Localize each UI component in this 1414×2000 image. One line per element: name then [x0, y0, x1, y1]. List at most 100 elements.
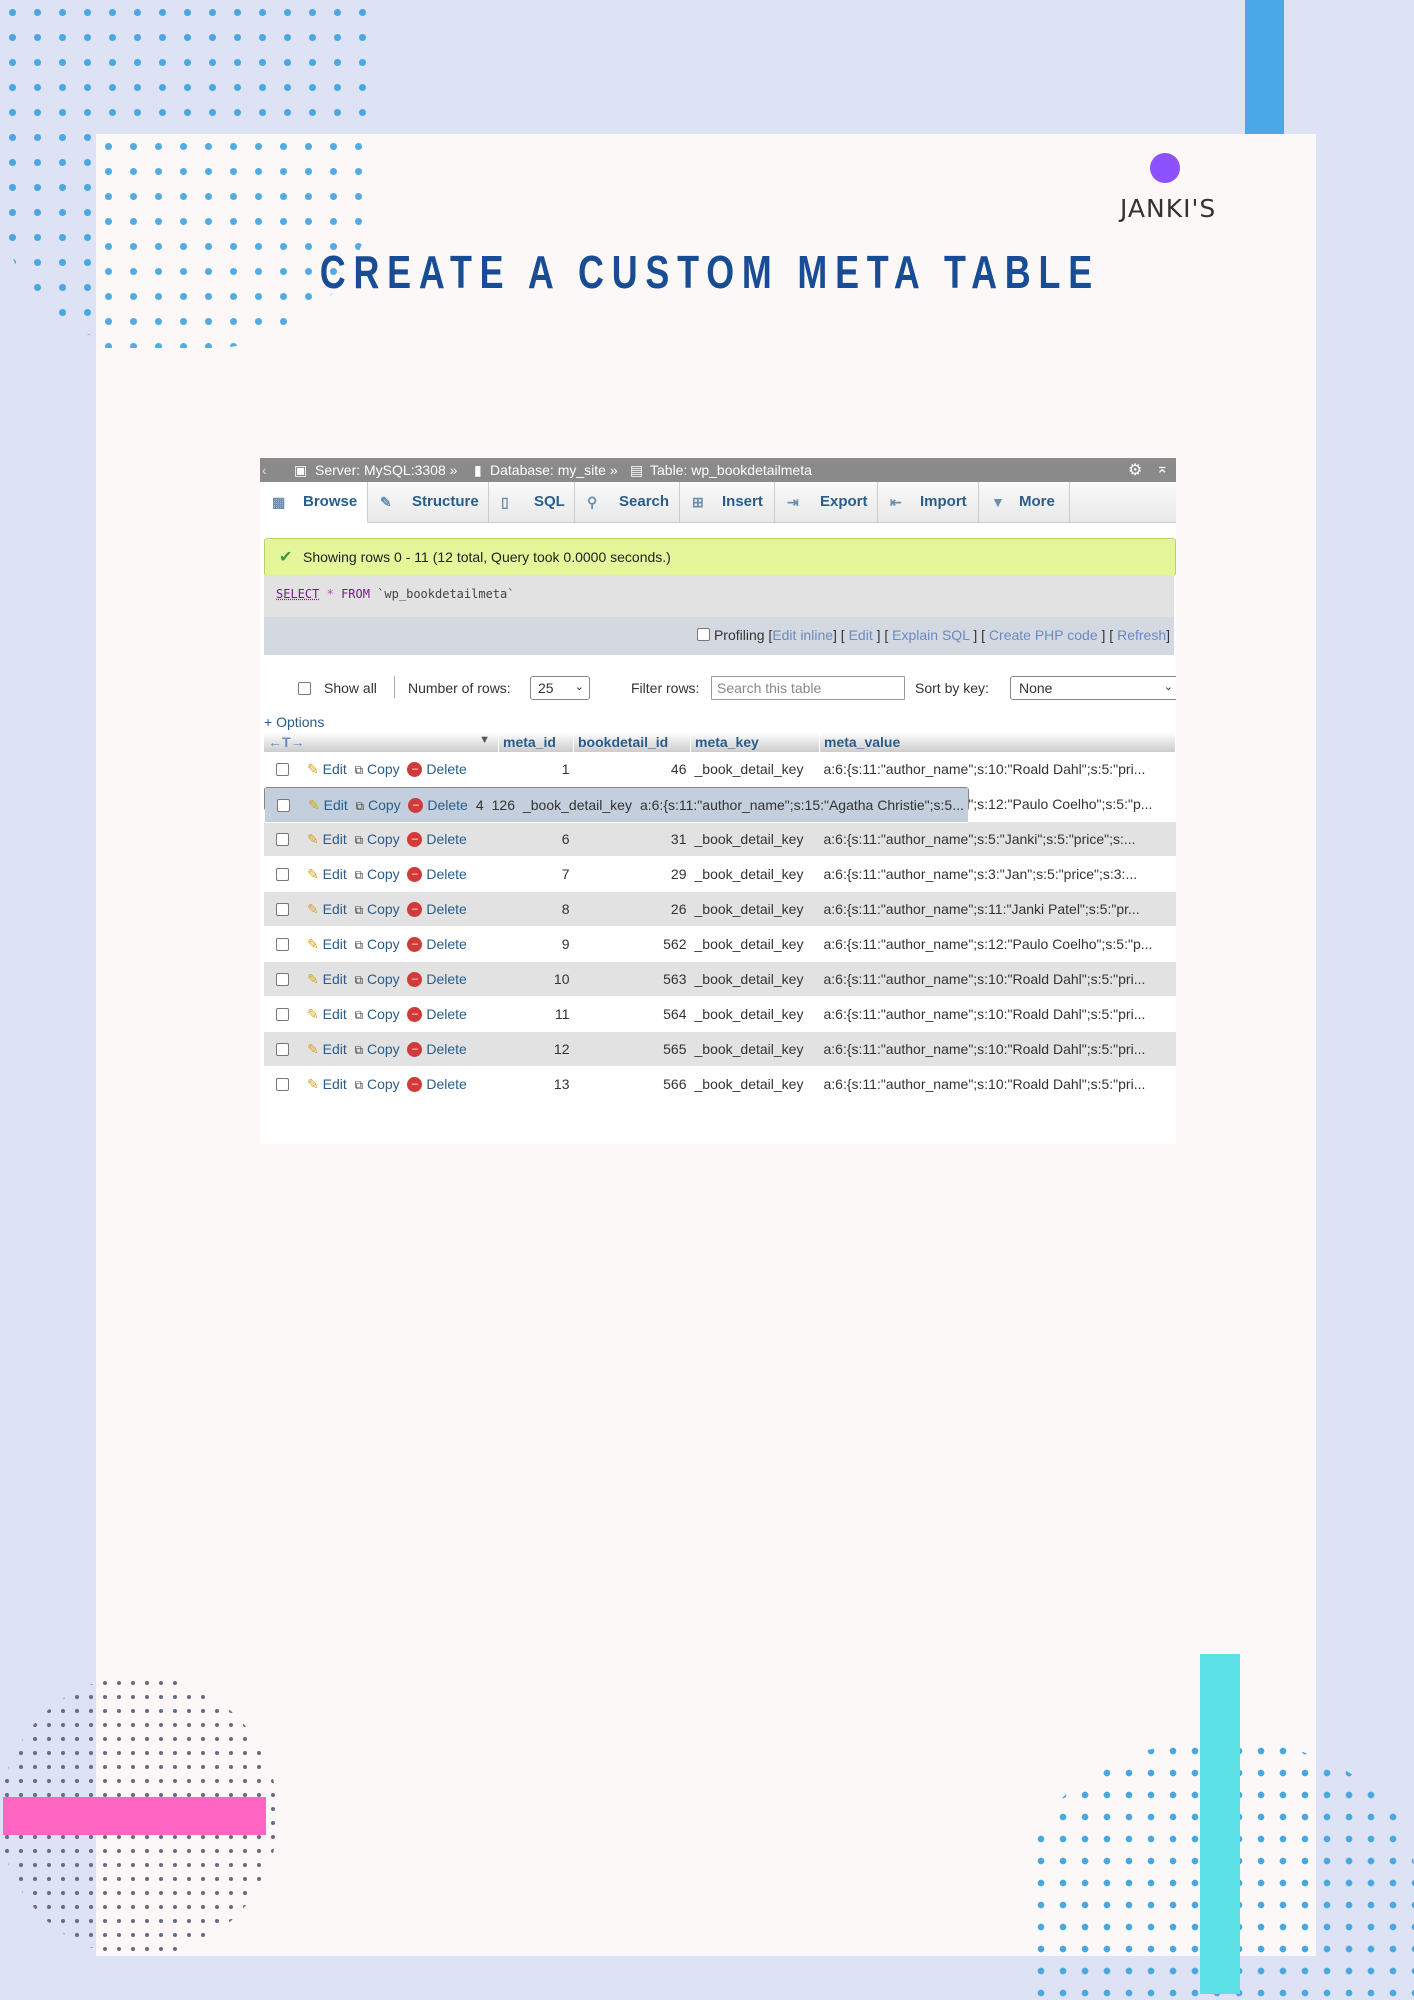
explain-sql-link[interactable]: Explain SQL [892, 627, 969, 643]
cell-bookdetail-id[interactable]: 31 [573, 821, 691, 857]
cell-meta-key[interactable]: _book_detail_key [690, 1031, 820, 1067]
cell-meta-key[interactable]: _book_detail_key [690, 1066, 820, 1102]
header-meta-id[interactable]: meta_id [498, 732, 574, 752]
edit-row-button[interactable]: ✎ Edit [307, 971, 347, 987]
refresh-link[interactable]: Refresh [1117, 627, 1166, 643]
cell-bookdetail-id[interactable]: 564 [573, 996, 691, 1032]
create-php-code-link[interactable]: Create PHP code [989, 627, 1098, 643]
gear-icon[interactable]: ⚙ [1128, 460, 1142, 480]
table-row[interactable]: ✎ Edit ⧉ Copy – Delete 6 31 _book_detail_ke… [264, 821, 1176, 857]
number-of-rows-select[interactable]: 25 ⌄ [530, 676, 590, 700]
delete-row-button[interactable]: – Delete [407, 1076, 467, 1093]
cell-bookdetail-id[interactable]: 29 [573, 856, 691, 892]
cell-meta-id[interactable]: 13 [498, 1066, 574, 1102]
table-row[interactable]: ✎ Edit ⧉ Copy – Delete 8 26 _book_detail_ke… [264, 891, 1176, 927]
edit-row-button[interactable]: ✎ Edit [307, 866, 347, 882]
cell-meta-key[interactable]: _book_detail_key [690, 752, 820, 787]
cell-meta-id[interactable]: 9 [498, 926, 574, 962]
breadcrumb-database[interactable]: Database: my_site » [490, 462, 618, 478]
row-checkbox[interactable] [276, 972, 289, 986]
cell-meta-id[interactable]: 1 [498, 752, 574, 787]
cell-meta-value[interactable]: a:6:{s:11:"author_name";s:5:"Janki";s:5:… [819, 821, 1176, 857]
copy-row-button[interactable]: ⧉ Copy [355, 936, 400, 952]
tab-insert[interactable]: ⊞ Insert [680, 482, 775, 522]
table-row[interactable]: ✎ Edit ⧉ Copy – Delete 13 566 _book_detail_… [264, 1066, 1176, 1102]
options-link[interactable]: + Options [264, 714, 324, 730]
header-meta-value[interactable]: meta_value [819, 732, 1176, 752]
sort-by-key-select[interactable]: None ⌄ [1010, 676, 1176, 700]
row-checkbox[interactable] [276, 937, 289, 951]
tab-structure[interactable]: ✎ Structure [368, 482, 489, 522]
column-resize-header[interactable]: ←T→ ▼ [264, 732, 499, 752]
delete-row-button[interactable]: – Delete [407, 761, 467, 778]
edit-row-button[interactable]: ✎ Edit [307, 1006, 347, 1022]
delete-row-button[interactable]: – Delete [407, 901, 467, 918]
cell-meta-key[interactable]: _book_detail_key [690, 821, 820, 857]
cell-meta-value[interactable]: a:6:{s:11:"author_name";s:3:"Jan";s:5:"p… [819, 856, 1176, 892]
breadcrumb-server[interactable]: Server: MySQL:3308 » [315, 462, 457, 478]
tab-sql[interactable]: ▯ SQL [489, 482, 575, 522]
cell-bookdetail-id[interactable]: 566 [573, 1066, 691, 1102]
copy-row-button[interactable]: ⧉ Copy [355, 971, 400, 987]
cell-meta-value[interactable]: a:6:{s:11:"author_name";s:12:"Paulo Coel… [819, 926, 1176, 962]
copy-row-button[interactable]: ⧉ Copy [355, 1041, 400, 1057]
cell-meta-value[interactable]: a:6:{s:11:"author_name";s:10:"Roald Dahl… [819, 996, 1176, 1032]
copy-row-button[interactable]: ⧉ Copy [355, 1006, 400, 1022]
copy-row-button[interactable]: ⧉ Copy [356, 797, 401, 813]
cell-meta-key[interactable]: _book_detail_key [690, 926, 820, 962]
delete-row-button[interactable]: – Delete [407, 1006, 467, 1023]
copy-row-button[interactable]: ⧉ Copy [355, 866, 400, 882]
copy-row-button[interactable]: ⧉ Copy [355, 761, 400, 777]
copy-row-button[interactable]: ⧉ Copy [355, 901, 400, 917]
cell-meta-id[interactable]: 12 [498, 1031, 574, 1067]
edit-row-button[interactable]: ✎ Edit [307, 1041, 347, 1057]
cell-meta-value[interactable]: a:6:{s:11:"author_name";s:10:"Roald Dahl… [819, 1066, 1176, 1102]
cell-meta-key[interactable]: _book_detail_key [518, 788, 636, 823]
cell-bookdetail-id[interactable]: 126 [487, 788, 519, 823]
cell-bookdetail-id[interactable]: 562 [573, 926, 691, 962]
cell-meta-value[interactable]: a:6:{s:11:"author_name";s:10:"Roald Dahl… [819, 752, 1176, 787]
row-checkbox[interactable] [276, 1007, 289, 1021]
cell-meta-key[interactable]: _book_detail_key [690, 996, 820, 1032]
copy-row-button[interactable]: ⧉ Copy [355, 1076, 400, 1092]
delete-row-button[interactable]: – Delete [407, 866, 467, 883]
cell-meta-id[interactable]: 11 [498, 996, 574, 1032]
delete-row-button[interactable]: – Delete [407, 971, 467, 988]
row-checkbox[interactable] [276, 1042, 289, 1056]
edit-link[interactable]: Edit [849, 627, 873, 643]
cell-bookdetail-id[interactable]: 46 [573, 752, 691, 787]
edit-row-button[interactable]: ✎ Edit [307, 1076, 347, 1092]
edit-row-button[interactable]: ✎ Edit [307, 936, 347, 952]
triangle-down-icon[interactable]: ▼ [479, 734, 490, 746]
cell-meta-id[interactable]: 10 [498, 961, 574, 997]
cell-bookdetail-id[interactable]: 565 [573, 1031, 691, 1067]
cell-bookdetail-id[interactable]: 563 [573, 961, 691, 997]
row-checkbox[interactable] [276, 902, 289, 916]
tab-more[interactable]: ▼ More [979, 482, 1070, 522]
cell-meta-id[interactable]: 6 [498, 821, 574, 857]
edit-row-button[interactable]: ✎ Edit [307, 901, 347, 917]
header-meta-key[interactable]: meta_key [690, 732, 820, 752]
tab-import[interactable]: ⇤ Import [878, 482, 979, 522]
header-bookdetail-id[interactable]: bookdetail_id [573, 732, 691, 752]
collapse-top-icon[interactable]: ⌅ [1156, 459, 1169, 477]
table-row[interactable]: ✎ Edit ⧉ Copy – Delete 4 126 _book_detail_k… [264, 787, 969, 823]
cell-meta-id[interactable]: 4 [471, 788, 488, 823]
table-row[interactable]: ✎ Edit ⧉ Copy – Delete 7 29 _book_detail_ke… [264, 856, 1176, 892]
collapse-arrow-icon[interactable]: ‹ [262, 462, 267, 478]
delete-row-button[interactable]: – Delete [407, 936, 467, 953]
cell-meta-value[interactable]: a:6:{s:11:"author_name";s:15:"Agatha Chr… [635, 788, 968, 823]
table-row[interactable]: ✎ Edit ⧉ Copy – Delete 1 46 _book_detail_ke… [264, 752, 1176, 787]
show-all-checkbox[interactable] [298, 682, 311, 695]
table-row[interactable]: ✎ Edit ⧉ Copy – Delete 9 562 _book_detail_k… [264, 926, 1176, 962]
tab-export[interactable]: ⇥ Export [775, 482, 878, 522]
cell-meta-key[interactable]: _book_detail_key [690, 856, 820, 892]
edit-row-button[interactable]: ✎ Edit [307, 831, 347, 847]
tab-browse[interactable]: ▦ Browse [260, 482, 368, 523]
table-row[interactable]: ✎ Edit ⧉ Copy – Delete 12 565 _book_detail_… [264, 1031, 1176, 1067]
delete-row-button[interactable]: – Delete [407, 1041, 467, 1058]
row-checkbox[interactable] [277, 798, 290, 812]
delete-row-button[interactable]: – Delete [407, 831, 467, 848]
cell-meta-value[interactable]: a:6:{s:11:"author_name";s:10:"Roald Dahl… [819, 1031, 1176, 1067]
row-checkbox[interactable] [276, 867, 289, 881]
